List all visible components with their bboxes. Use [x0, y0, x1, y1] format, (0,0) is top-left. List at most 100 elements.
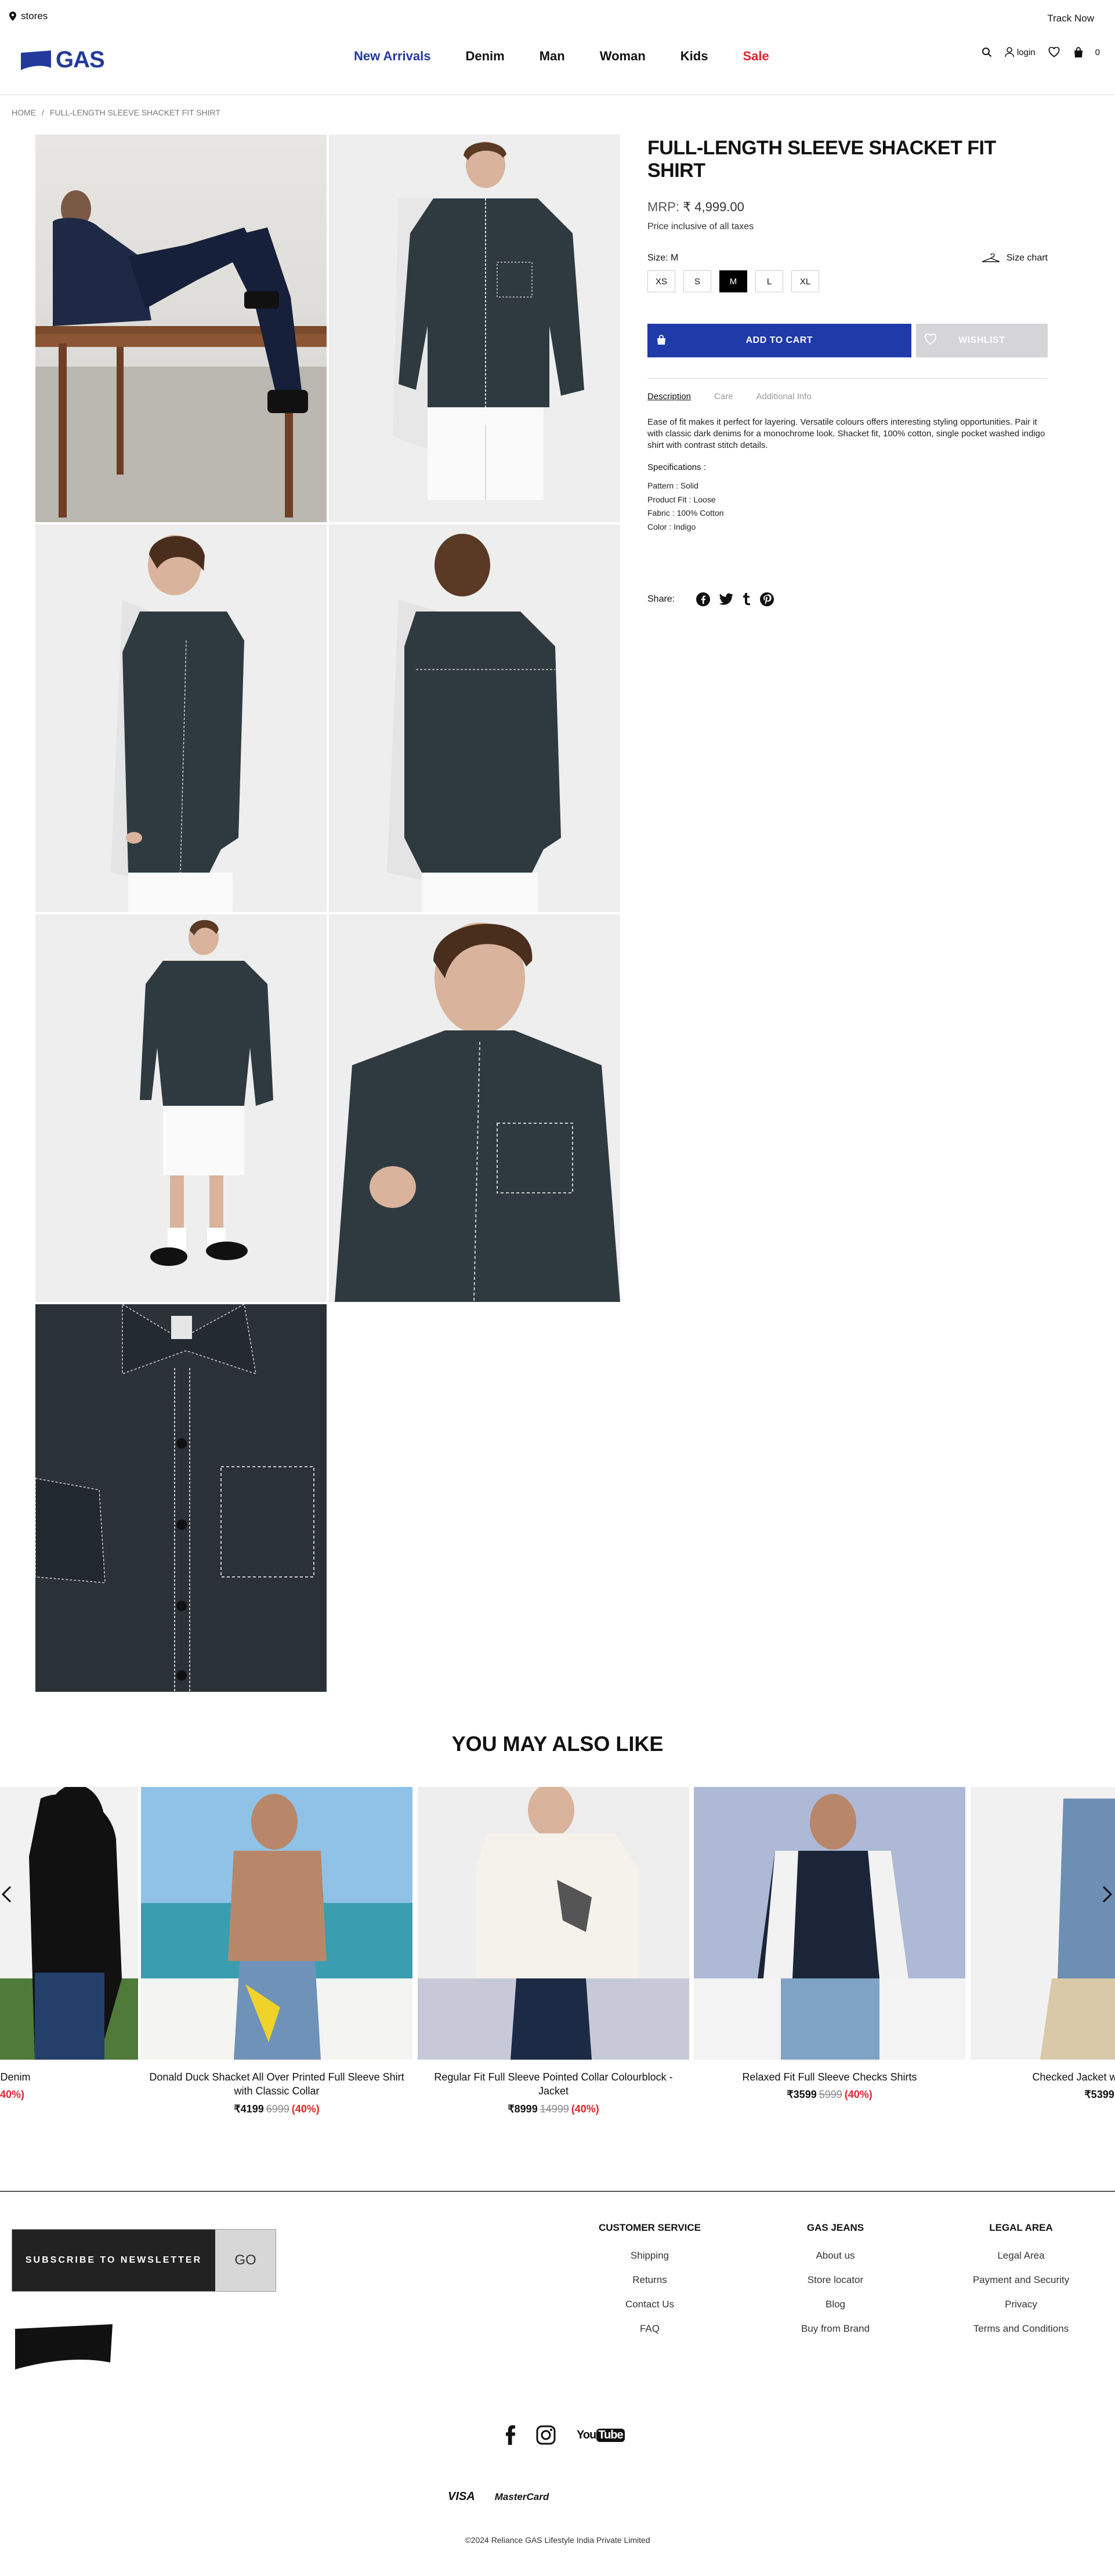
nav-man[interactable]: Man	[540, 49, 565, 64]
specs-list: Pattern : Solid Product Fit : Loose Fabr…	[647, 479, 1048, 534]
newsletter-label[interactable]: SUBSCRIBE TO NEWSLETTER	[12, 2230, 215, 2291]
product-card-image	[418, 1787, 689, 2060]
spec-fit: Product Fit : Loose	[647, 494, 716, 504]
login-link[interactable]: login	[1005, 47, 1036, 57]
product-image-4[interactable]	[329, 524, 620, 912]
footer-link-store-locator[interactable]: Store locator	[772, 2274, 899, 2286]
user-icon	[1005, 47, 1014, 57]
product-image-5[interactable]	[35, 914, 327, 1302]
shopping-bag-icon	[1074, 47, 1083, 57]
newsletter-go-button[interactable]: GO	[215, 2230, 276, 2291]
footer-logo[interactable]	[13, 2322, 115, 2374]
heart-outline-icon	[924, 334, 936, 345]
footer-link-terms[interactable]: Terms and Conditions	[957, 2323, 1085, 2335]
tax-note: Price inclusive of all taxes	[647, 222, 754, 231]
product-card[interactable]: Donald Duck Shacket All Over Printed Ful…	[141, 1787, 412, 2115]
heart-icon[interactable]	[1048, 47, 1060, 57]
facebook-icon[interactable]	[506, 2425, 515, 2445]
product-card-old-price: 14999	[540, 2103, 569, 2115]
product-actions: ADD TO CART WISHLIST	[647, 324, 1048, 357]
product-card-image	[971, 1787, 1115, 2060]
wishlist-label: WISHLIST	[958, 335, 1005, 345]
footer-col-gas-jeans: GAS JEANS About us Store locator Blog Bu…	[772, 2222, 899, 2347]
product-image-7[interactable]	[35, 1304, 327, 1692]
footer-link-payment-security[interactable]: Payment and Security	[957, 2274, 1085, 2286]
product-card-price: ₹3599 5999 (40%)	[694, 2089, 965, 2101]
carousel-next-arrow-icon[interactable]	[1102, 1886, 1113, 1903]
footer-link-shipping[interactable]: Shipping	[586, 2250, 714, 2262]
tab-care[interactable]: Care	[714, 392, 733, 401]
product-card[interactable]: Relaxed Fit Full Sleeve Checks Shirts ₹3…	[694, 1787, 965, 2101]
nav-new-arrivals[interactable]: New Arrivals	[354, 49, 430, 64]
product-image-2[interactable]	[329, 135, 620, 522]
breadcrumb-current: FULL-LENGTH SLEEVE SHACKET FIT SHIRT	[49, 108, 220, 117]
payment-methods: VISA MasterCard	[448, 2490, 549, 2503]
footer-col-title: LEGAL AREA	[989, 2222, 1053, 2233]
carousel-prev-arrow-icon[interactable]	[1, 1886, 12, 1903]
footer-link-buy-from-brand[interactable]: Buy from Brand	[772, 2323, 899, 2335]
youtube-icon[interactable]: You Tube	[577, 2428, 625, 2442]
facebook-icon[interactable]	[696, 592, 711, 607]
product-card-image	[141, 1787, 412, 2060]
size-label: Size: M	[647, 253, 679, 263]
visa-logo: VISA	[448, 2490, 475, 2503]
size-option-l[interactable]: L	[755, 270, 783, 292]
nav-kids[interactable]: Kids	[680, 49, 708, 64]
size-chart-label: Size chart	[1006, 253, 1048, 263]
pinterest-icon[interactable]	[759, 592, 774, 607]
cart-link[interactable]: 0	[1073, 46, 1100, 58]
size-option-m[interactable]: M	[719, 270, 747, 292]
footer-link-about[interactable]: About us	[772, 2250, 899, 2262]
wishlist-button[interactable]: WISHLIST	[915, 324, 1048, 357]
size-chart-link[interactable]: Size chart	[981, 253, 1048, 263]
product-card[interactable]: Regular Fit Full Sleeve Pointed Collar C…	[418, 1787, 689, 2115]
divider	[647, 378, 1048, 379]
nav-denim[interactable]: Denim	[465, 49, 504, 64]
footer-col-title: GAS JEANS	[806, 2222, 864, 2233]
nav-woman[interactable]: Woman	[600, 49, 646, 64]
product-card-sale-price: ₹5399	[1084, 2089, 1114, 2101]
size-option-xl[interactable]: XL	[791, 270, 819, 292]
product-image-6[interactable]	[329, 914, 620, 1302]
footer-link-privacy[interactable]: Privacy	[957, 2299, 1085, 2310]
footer-link-contact[interactable]: Contact Us	[586, 2299, 714, 2310]
cart-count: 0	[1095, 47, 1100, 57]
product-card[interactable]: Checked Jacket with Class Plac ₹539989	[971, 1787, 1115, 2101]
tumblr-icon[interactable]	[742, 592, 751, 606]
search-icon[interactable]	[982, 47, 992, 57]
share-label: Share:	[647, 594, 675, 604]
gas-logo[interactable]: GAS	[20, 46, 105, 73]
top-bar: stores Track Now	[0, 0, 1115, 36]
hanger-icon	[982, 254, 1000, 262]
footer-link-faq[interactable]: FAQ	[586, 2323, 714, 2335]
breadcrumb-home[interactable]: HOME	[12, 108, 36, 117]
copyright-text: ©2024 Reliance GAS Lifestyle India Priva…	[465, 2535, 650, 2545]
footer-link-blog[interactable]: Blog	[772, 2299, 899, 2310]
product-card-sale-price: ₹8999	[508, 2103, 538, 2115]
twitter-icon[interactable]	[719, 593, 734, 606]
stores-link[interactable]: stores	[9, 10, 48, 22]
add-to-cart-button[interactable]: ADD TO CART	[647, 324, 911, 357]
product-description: Ease of fit makes it perfect for layerin…	[647, 417, 1045, 450]
login-label: login	[1016, 47, 1036, 57]
tab-description[interactable]: Description	[647, 392, 691, 401]
product-card[interactable]: Solid Denim 39(40%)	[0, 1787, 138, 2101]
footer-col-customer-service: CUSTOMER SERVICE Shipping Returns Contac…	[586, 2222, 714, 2347]
product-card-sale-price: ₹4199	[234, 2103, 264, 2115]
size-option-s[interactable]: S	[683, 270, 711, 292]
product-image-1[interactable]	[35, 135, 327, 522]
size-option-xs[interactable]: XS	[647, 270, 675, 292]
ymal-heading: YOU MAY ALSO LIKE	[451, 1732, 664, 1756]
footer-link-legal-area[interactable]: Legal Area	[957, 2250, 1085, 2262]
nav-sale[interactable]: Sale	[743, 49, 769, 64]
product-card-old-price: 5999	[819, 2089, 842, 2101]
product-image-3[interactable]	[35, 524, 327, 912]
footer-divider	[0, 2191, 1115, 2192]
gas-wing-logo-icon	[15, 2324, 113, 2369]
header-icons: login 0	[982, 46, 1100, 58]
footer-link-returns[interactable]: Returns	[586, 2274, 714, 2286]
track-now-link[interactable]: Track Now	[1047, 13, 1094, 24]
tab-additional-info[interactable]: Additional Info	[756, 392, 812, 401]
price-value: ₹ 4,999.00	[683, 200, 744, 214]
instagram-icon[interactable]	[536, 2425, 556, 2445]
